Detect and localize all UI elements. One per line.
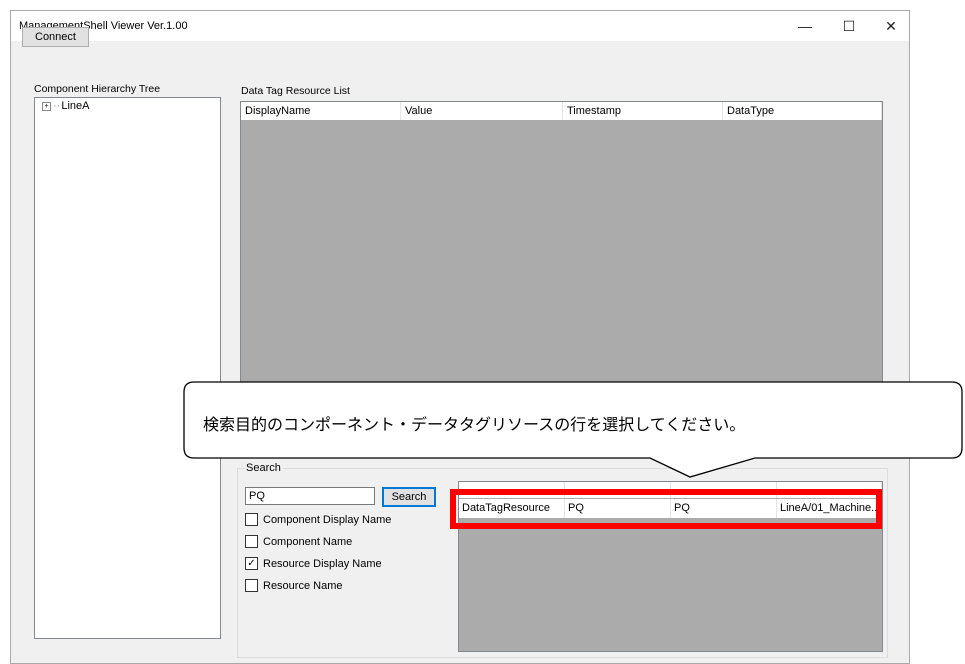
callout-bubble — [183, 381, 963, 478]
callout-text: 検索目的のコンポーネント・データタグリソースの行を選択してください。 — [203, 415, 746, 434]
